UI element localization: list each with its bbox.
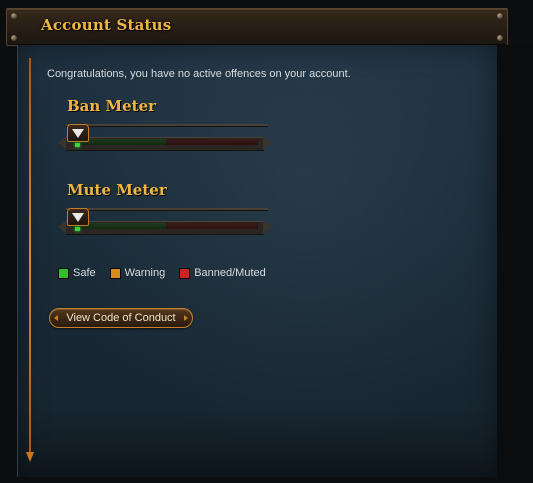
- meter-top-line: [66, 124, 268, 126]
- legend-label: Warning: [124, 267, 166, 279]
- ban-meter: [58, 124, 274, 164]
- meter-segment-banned: [166, 139, 258, 145]
- left-divider: [29, 58, 31, 456]
- right-border: [497, 45, 533, 483]
- page-title: Account Status: [41, 16, 172, 34]
- view-code-of-conduct-button[interactable]: View Code of Conduct: [49, 308, 193, 328]
- meter-marker: [67, 124, 89, 142]
- divider-arrow-icon: [26, 452, 34, 462]
- meter-top-line: [66, 208, 268, 210]
- rivet-icon: [497, 35, 503, 41]
- account-status-window: Account Status Congratulations, you have…: [0, 0, 533, 483]
- meter-right-cap: [263, 220, 272, 234]
- legend-item-banned: Banned/Muted: [179, 267, 266, 279]
- meter-marker: [67, 208, 89, 226]
- marker-level-dot: [75, 227, 80, 231]
- rivet-icon: [497, 13, 503, 19]
- meter-right-cap: [263, 136, 272, 150]
- legend-label: Safe: [73, 267, 96, 279]
- meter-track: [58, 220, 272, 235]
- meter-segment-banned: [166, 223, 258, 229]
- legend-label: Banned/Muted: [194, 267, 266, 279]
- marker-arrow-icon: [72, 129, 84, 138]
- header-bar: Account Status: [6, 8, 508, 46]
- rivet-icon: [11, 13, 17, 19]
- legend-item-safe: Safe: [58, 267, 96, 279]
- banned-swatch: [179, 267, 191, 279]
- rivet-icon: [11, 35, 17, 41]
- meter-segments: [72, 139, 258, 145]
- meter-legend: Safe Warning Banned/Muted: [58, 267, 266, 279]
- mute-meter: [58, 208, 274, 248]
- marker-arrow-icon: [72, 213, 84, 222]
- warning-swatch: [109, 267, 121, 279]
- legend-item-warning: Warning: [109, 267, 166, 279]
- safe-swatch: [58, 267, 69, 279]
- status-message: Congratulations, you have no active offe…: [47, 68, 351, 80]
- marker-level-dot: [75, 143, 80, 147]
- meter-track: [58, 136, 272, 151]
- mute-meter-title: Mute Meter: [67, 181, 167, 199]
- ban-meter-title: Ban Meter: [67, 97, 157, 115]
- meter-segments: [72, 223, 258, 229]
